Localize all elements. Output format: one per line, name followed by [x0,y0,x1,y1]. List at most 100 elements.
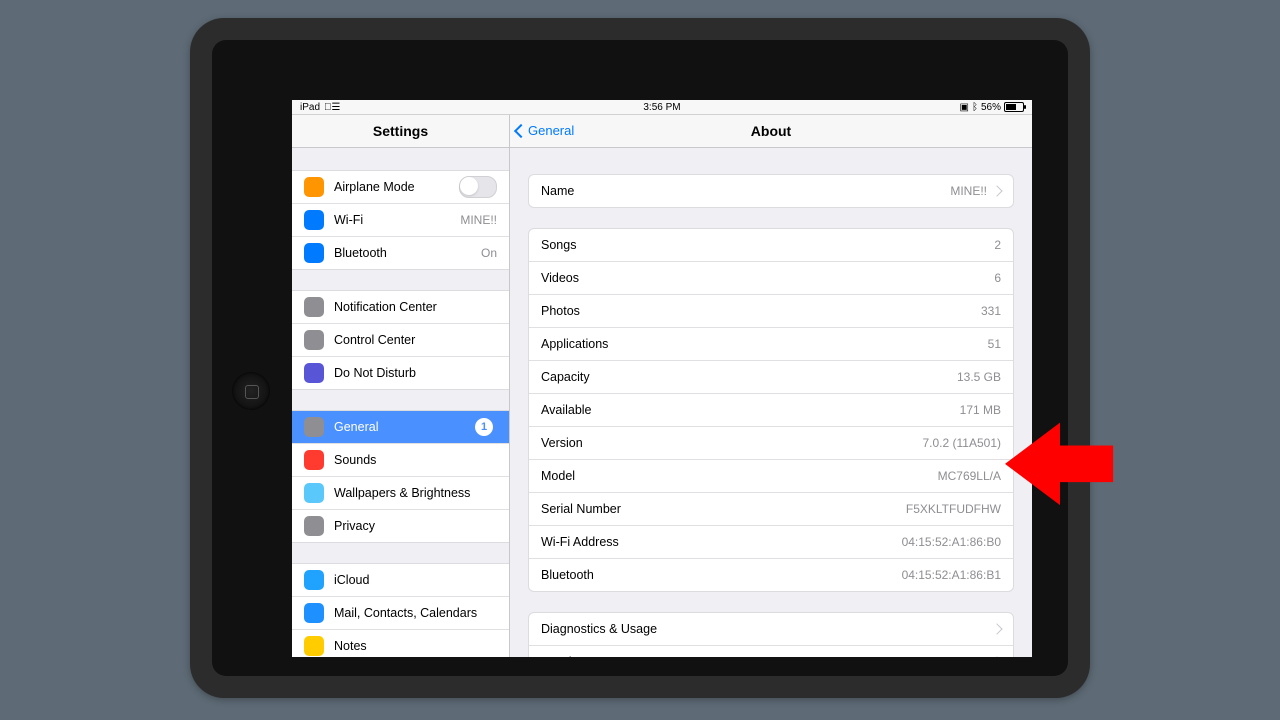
sidebar-item-label: Privacy [334,519,497,533]
about-row-capacity: Capacity13.5 GB [529,360,1013,393]
sidebar: Airplane ModeWi-FiMINE!!BluetoothOnNotif… [292,148,510,657]
about-row-model: ModelMC769LL/A [529,459,1013,492]
sidebar-item-airplane-mode[interactable]: Airplane Mode [292,171,509,203]
sidebar-item-privacy[interactable]: Privacy [292,509,509,542]
about-link-legal[interactable]: Legal [529,645,1013,657]
sidebar-item-label: Airplane Mode [334,180,459,194]
about-links-group: Diagnostics & Usage Legal [528,612,1014,657]
privacy-icon [304,516,324,536]
screen: iPad ☰ 3:56 PM ▣ ᛒ 56% Settings General [292,100,1032,657]
wallpapers-brightness-icon [304,483,324,503]
sidebar-item-wi-fi[interactable]: Wi-FiMINE!! [292,203,509,236]
about-link-label: Diagnostics & Usage [541,622,987,636]
about-row-value: 04:15:52:A1:86:B0 [902,535,1001,549]
battery-icon [1004,102,1024,112]
about-row-serial-number: Serial NumberF5XKLTFUDFHW [529,492,1013,525]
about-row-available: Available171 MB [529,393,1013,426]
about-row-label: Bluetooth [541,568,902,582]
about-row-videos: Videos6 [529,261,1013,294]
name-row[interactable]: Name MINE!! [529,175,1013,207]
sidebar-item-bluetooth[interactable]: BluetoothOn [292,236,509,269]
about-row-label: Songs [541,238,994,252]
chevron-right-icon [991,656,1002,657]
sidebar-item-label: General [334,420,475,434]
sidebar-group: iCloud Mail, Contacts, Calendars Notes [292,563,509,657]
about-row-label: Applications [541,337,988,351]
about-row-label: Capacity [541,370,957,384]
back-label: General [528,115,574,147]
about-row-value: F5XKLTFUDFHW [906,502,1001,516]
sidebar-group: Airplane ModeWi-FiMINE!!BluetoothOn [292,170,509,270]
bluetooth-icon [304,243,324,263]
bluetooth-icon: ᛒ [972,102,978,113]
icloud-icon [304,570,324,590]
about-row-photos: Photos331 [529,294,1013,327]
sidebar-item-label: Notes [334,639,497,653]
chevron-right-icon [991,623,1002,634]
sidebar-item-general[interactable]: General1 [292,411,509,443]
sidebar-item-label: iCloud [334,573,497,587]
sidebar-item-label: Wallpapers & Brightness [334,486,497,500]
sidebar-item-wallpapers-brightness[interactable]: Wallpapers & Brightness [292,476,509,509]
about-row-songs: Songs2 [529,229,1013,261]
do-not-disturb-icon [304,363,324,383]
back-button[interactable]: General [516,115,574,147]
about-row-label: Videos [541,271,994,285]
sidebar-item-label: Do Not Disturb [334,366,497,380]
status-bar: iPad ☰ 3:56 PM ▣ ᛒ 56% [292,100,1032,115]
sounds-icon [304,450,324,470]
about-row-label: Photos [541,304,981,318]
battery-percent: 56% [981,102,1001,113]
about-row-value: 04:15:52:A1:86:B1 [902,568,1001,582]
notes-icon [304,636,324,656]
navigation-bars: Settings General About [292,115,1032,148]
about-link-diagnostics-usage[interactable]: Diagnostics & Usage [529,613,1013,645]
sidebar-item-sounds[interactable]: Sounds [292,443,509,476]
sidebar-item-control-center[interactable]: Control Center [292,323,509,356]
notification-center-icon [304,297,324,317]
about-row-label: Serial Number [541,502,906,516]
sidebar-item-do-not-disturb[interactable]: Do Not Disturb [292,356,509,389]
about-row-value: 2 [994,238,1001,252]
chevron-right-icon [991,185,1002,196]
page-title: About [510,115,1032,147]
wi-fi-icon [304,210,324,230]
sidebar-item-icloud[interactable]: iCloud [292,564,509,596]
about-row-bluetooth: Bluetooth04:15:52:A1:86:B1 [529,558,1013,591]
airplane-mode-toggle[interactable] [459,176,497,198]
sidebar-item-value: MINE!! [460,213,497,227]
about-link-label: Legal [541,655,987,657]
about-row-value: 331 [981,304,1001,318]
about-row-label: Wi-Fi Address [541,535,902,549]
status-time: 3:56 PM [643,102,680,113]
badge: 1 [475,418,493,436]
name-label: Name [541,184,950,198]
device-label: iPad [300,102,320,113]
sidebar-item-label: Bluetooth [334,246,481,260]
sidebar-item-label: Wi-Fi [334,213,460,227]
about-row-wi-fi-address: Wi-Fi Address04:15:52:A1:86:B0 [529,525,1013,558]
sidebar-item-notes[interactable]: Notes [292,629,509,657]
chevron-left-icon [514,124,528,138]
about-row-label: Model [541,469,938,483]
control-center-icon [304,330,324,350]
content: Airplane ModeWi-FiMINE!!BluetoothOnNotif… [292,148,1032,657]
ipad-frame: iPad ☰ 3:56 PM ▣ ᛒ 56% Settings General [190,18,1090,698]
about-name-group: Name MINE!! [528,174,1014,208]
sidebar-title: Settings [292,115,510,147]
about-row-value: 13.5 GB [957,370,1001,384]
sidebar-item-notification-center[interactable]: Notification Center [292,291,509,323]
sidebar-item-mail-contacts-calendars[interactable]: Mail, Contacts, Calendars [292,596,509,629]
sidebar-item-label: Notification Center [334,300,497,314]
about-row-version: Version7.0.2 (11A501) [529,426,1013,459]
sidebar-group: General1SoundsWallpapers & BrightnessPri… [292,410,509,543]
about-row-value: 7.0.2 (11A501) [923,436,1002,450]
about-row-label: Version [541,436,923,450]
sidebar-item-label: Mail, Contacts, Calendars [334,606,497,620]
wifi-icon: ☰ [324,102,340,113]
sidebar-group: Notification Center Control Center Do Not … [292,290,509,390]
home-button[interactable] [232,372,270,410]
sidebar-item-label: Control Center [334,333,497,347]
about-info-group: Songs2Videos6Photos331Applications51Capa… [528,228,1014,592]
orientation-lock-icon: ▣ [960,102,969,113]
